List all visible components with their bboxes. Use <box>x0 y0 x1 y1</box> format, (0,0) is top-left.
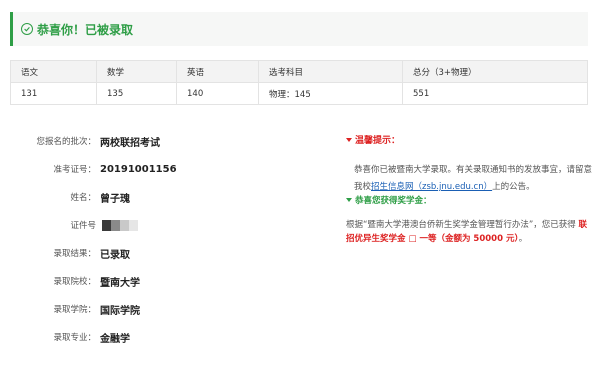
major-label: 录取专业： <box>53 333 96 343</box>
check-circle-icon <box>21 23 33 35</box>
score-header-chinese: 语文 <box>10 60 97 83</box>
id-number-redacted <box>102 219 138 231</box>
triangle-down-icon <box>346 198 352 202</box>
scholarship-text-suffix: 。 <box>518 234 528 244</box>
school-row: 录取院校： 暨南大学 <box>0 274 330 289</box>
exam-number-label: 准考证号： <box>53 165 96 175</box>
scholarship-text-prefix: 根据“暨南大学港澳台侨新生奖学金管理暂行办法”，您已获得 <box>346 220 576 230</box>
score-math: 135 <box>96 82 177 105</box>
score-header-english: 英语 <box>176 60 259 83</box>
batch-row: 您报名的批次： 两校联招考试 <box>0 134 330 149</box>
score-value-row: 131 135 140 物理：145 551 <box>10 82 588 105</box>
exam-number-value: 20191001156 <box>100 163 177 175</box>
college-row: 录取学院： 国际学院 <box>0 302 330 317</box>
notice-title: 温馨提示： <box>355 136 401 146</box>
score-header-math: 数学 <box>96 60 177 83</box>
score-elective: 物理：145 <box>258 82 403 105</box>
name-value: 曾子瑰 <box>100 193 130 205</box>
triangle-down-icon <box>346 137 352 142</box>
name-row: 姓名： 曾子瑰 <box>0 190 330 205</box>
admission-banner: 恭喜你！已被录取 <box>10 12 588 46</box>
school-label: 录取院校： <box>53 277 96 287</box>
name-label: 姓名： <box>70 193 96 203</box>
batch-value: 两校联招考试 <box>100 137 160 149</box>
major-value: 金融学 <box>100 333 130 345</box>
score-total: 551 <box>402 82 588 105</box>
scholarship-title: 恭喜您获得奖学金： <box>355 196 432 206</box>
admissions-site-link[interactable]: 招生信息网（zsb.jnu.edu.cn） <box>371 182 492 192</box>
banner-title: 恭喜你！已被录取 <box>37 22 134 37</box>
exam-number-row: 准考证号： 20191001156 <box>0 162 330 176</box>
college-label: 录取学院： <box>53 305 96 315</box>
college-value: 国际学院 <box>100 305 140 317</box>
score-header-total: 总分（3+物理） <box>402 60 588 83</box>
notice-heading: 温馨提示： <box>346 133 592 146</box>
notice-panel: 温馨提示： 恭喜你已被暨南大学录取。有关录取通知书的发放事宜，请留意我校招生信息… <box>346 133 592 246</box>
id-number-row: 证件号 <box>0 218 330 232</box>
batch-label: 您报名的批次： <box>36 137 96 147</box>
notice-text-suffix: 上的公告。 <box>492 182 535 192</box>
notice-paragraph: 恭喜你已被暨南大学录取。有关录取通知书的发放事宜，请留意我校招生信息网（zsb.… <box>346 162 592 196</box>
score-table: 语文 数学 英语 选考科目 总分（3+物理） 131 135 140 物理：14… <box>10 60 588 105</box>
major-row: 录取专业： 金融学 <box>0 330 330 345</box>
score-english: 140 <box>176 82 259 105</box>
result-label: 录取结果： <box>53 249 96 259</box>
id-number-label: 证件号 <box>70 221 96 231</box>
score-header-elective: 选考科目 <box>258 60 403 83</box>
score-chinese: 131 <box>10 82 97 105</box>
score-header-row: 语文 数学 英语 选考科目 总分（3+物理） <box>10 60 588 83</box>
result-row: 录取结果： 已录取 <box>0 246 330 261</box>
scholarship-paragraph: 根据“暨南大学港澳台侨新生奖学金管理暂行办法”，您已获得 联招优异生奖学金 □ … <box>346 218 592 246</box>
school-value: 暨南大学 <box>100 277 140 289</box>
result-value: 已录取 <box>100 249 130 261</box>
